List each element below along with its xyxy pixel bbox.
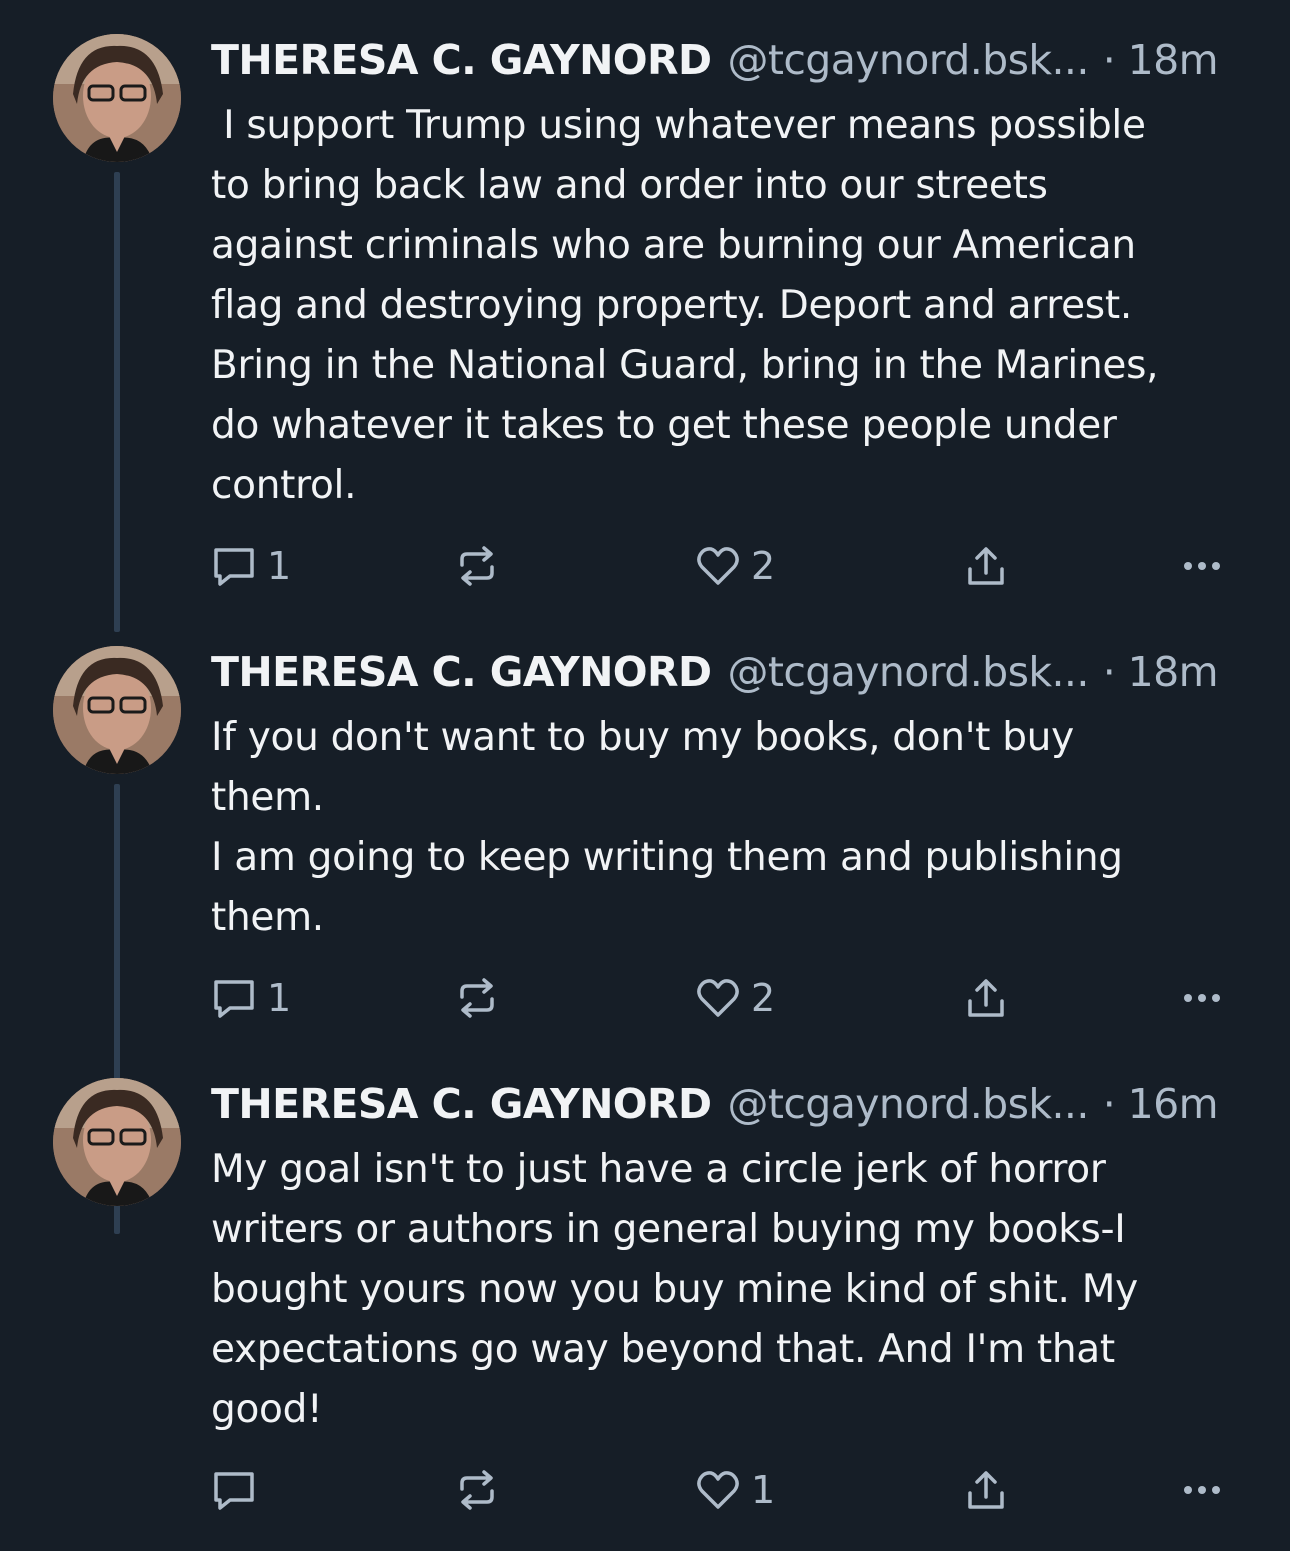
like-button[interactable]: 2 bbox=[695, 968, 775, 1028]
action-bar: 1 bbox=[211, 1460, 1251, 1520]
action-bar: 1 2 bbox=[211, 968, 1251, 1028]
ellipsis-icon bbox=[1179, 1467, 1225, 1513]
repost-arrows-icon bbox=[454, 975, 500, 1021]
more-options-button[interactable] bbox=[1179, 1460, 1225, 1520]
speech-bubble-icon bbox=[211, 975, 257, 1021]
author-handle[interactable]: @tcgaynord.bsk... bbox=[727, 648, 1089, 696]
share-button[interactable] bbox=[963, 968, 1009, 1028]
reply-count: 1 bbox=[267, 976, 292, 1020]
like-button[interactable]: 1 bbox=[695, 1460, 775, 1520]
more-options-button[interactable] bbox=[1179, 536, 1225, 596]
repost-arrows-icon bbox=[454, 1467, 500, 1513]
post-text: If you don't want to buy my books, don't… bbox=[211, 715, 1123, 940]
more-options-button[interactable] bbox=[1179, 968, 1225, 1028]
ellipsis-icon bbox=[1179, 975, 1225, 1021]
like-count: 1 bbox=[751, 1468, 776, 1512]
speech-bubble-icon bbox=[211, 1467, 257, 1513]
post-header: THERESA C. GAYNORD @tcgaynord.bsk... · 1… bbox=[211, 1080, 1244, 1132]
avatar-photo bbox=[53, 1078, 181, 1206]
post-thread: THERESA C. GAYNORD @tcgaynord.bsk... · 1… bbox=[0, 0, 1290, 1551]
author-name[interactable]: THERESA C. GAYNORD bbox=[211, 36, 712, 84]
share-button[interactable] bbox=[963, 1460, 1009, 1520]
share-upload-icon bbox=[963, 543, 1009, 589]
reply-button[interactable]: 1 bbox=[211, 968, 291, 1028]
reply-button[interactable] bbox=[211, 1460, 267, 1520]
post-header: THERESA C. GAYNORD @tcgaynord.bsk... · 1… bbox=[211, 36, 1244, 88]
heart-icon bbox=[695, 1467, 741, 1513]
repost-button[interactable] bbox=[454, 968, 510, 1028]
avatar-photo bbox=[53, 34, 181, 162]
like-count: 2 bbox=[751, 544, 776, 588]
ellipsis-icon bbox=[1179, 543, 1225, 589]
post-time[interactable]: · 18m bbox=[1103, 36, 1219, 84]
reply-button[interactable]: 1 bbox=[211, 536, 291, 596]
speech-bubble-icon bbox=[211, 543, 257, 589]
avatar[interactable] bbox=[53, 646, 181, 774]
author-handle[interactable]: @tcgaynord.bsk... bbox=[727, 1080, 1089, 1128]
share-upload-icon bbox=[963, 1467, 1009, 1513]
avatar[interactable] bbox=[53, 34, 181, 162]
post-time[interactable]: · 16m bbox=[1103, 1080, 1219, 1128]
share-upload-icon bbox=[963, 975, 1009, 1021]
author-handle[interactable]: @tcgaynord.bsk... bbox=[727, 36, 1089, 84]
post-time[interactable]: · 18m bbox=[1103, 648, 1219, 696]
thread-line bbox=[114, 172, 120, 632]
post-content: THERESA C. GAYNORD @tcgaynord.bsk... · 1… bbox=[211, 36, 1244, 516]
author-name[interactable]: THERESA C. GAYNORD bbox=[211, 648, 712, 696]
repost-button[interactable] bbox=[454, 1460, 510, 1520]
share-button[interactable] bbox=[963, 536, 1009, 596]
post-header: THERESA C. GAYNORD @tcgaynord.bsk... · 1… bbox=[211, 648, 1244, 700]
post-content: THERESA C. GAYNORD @tcgaynord.bsk... · 1… bbox=[211, 1080, 1244, 1440]
like-count: 2 bbox=[751, 976, 776, 1020]
repost-button[interactable] bbox=[454, 536, 510, 596]
post-content: THERESA C. GAYNORD @tcgaynord.bsk... · 1… bbox=[211, 648, 1244, 948]
reply-count: 1 bbox=[267, 544, 292, 588]
repost-arrows-icon bbox=[454, 543, 500, 589]
avatar[interactable] bbox=[53, 1078, 181, 1206]
action-bar: 1 2 bbox=[211, 536, 1251, 596]
author-name[interactable]: THERESA C. GAYNORD bbox=[211, 1080, 712, 1128]
avatar-photo bbox=[53, 646, 181, 774]
heart-icon bbox=[695, 543, 741, 589]
post-text: My goal isn't to just have a circle jerk… bbox=[211, 1147, 1138, 1432]
heart-icon bbox=[695, 975, 741, 1021]
post-text: I support Trump using whatever means pos… bbox=[211, 103, 1159, 508]
like-button[interactable]: 2 bbox=[695, 536, 775, 596]
